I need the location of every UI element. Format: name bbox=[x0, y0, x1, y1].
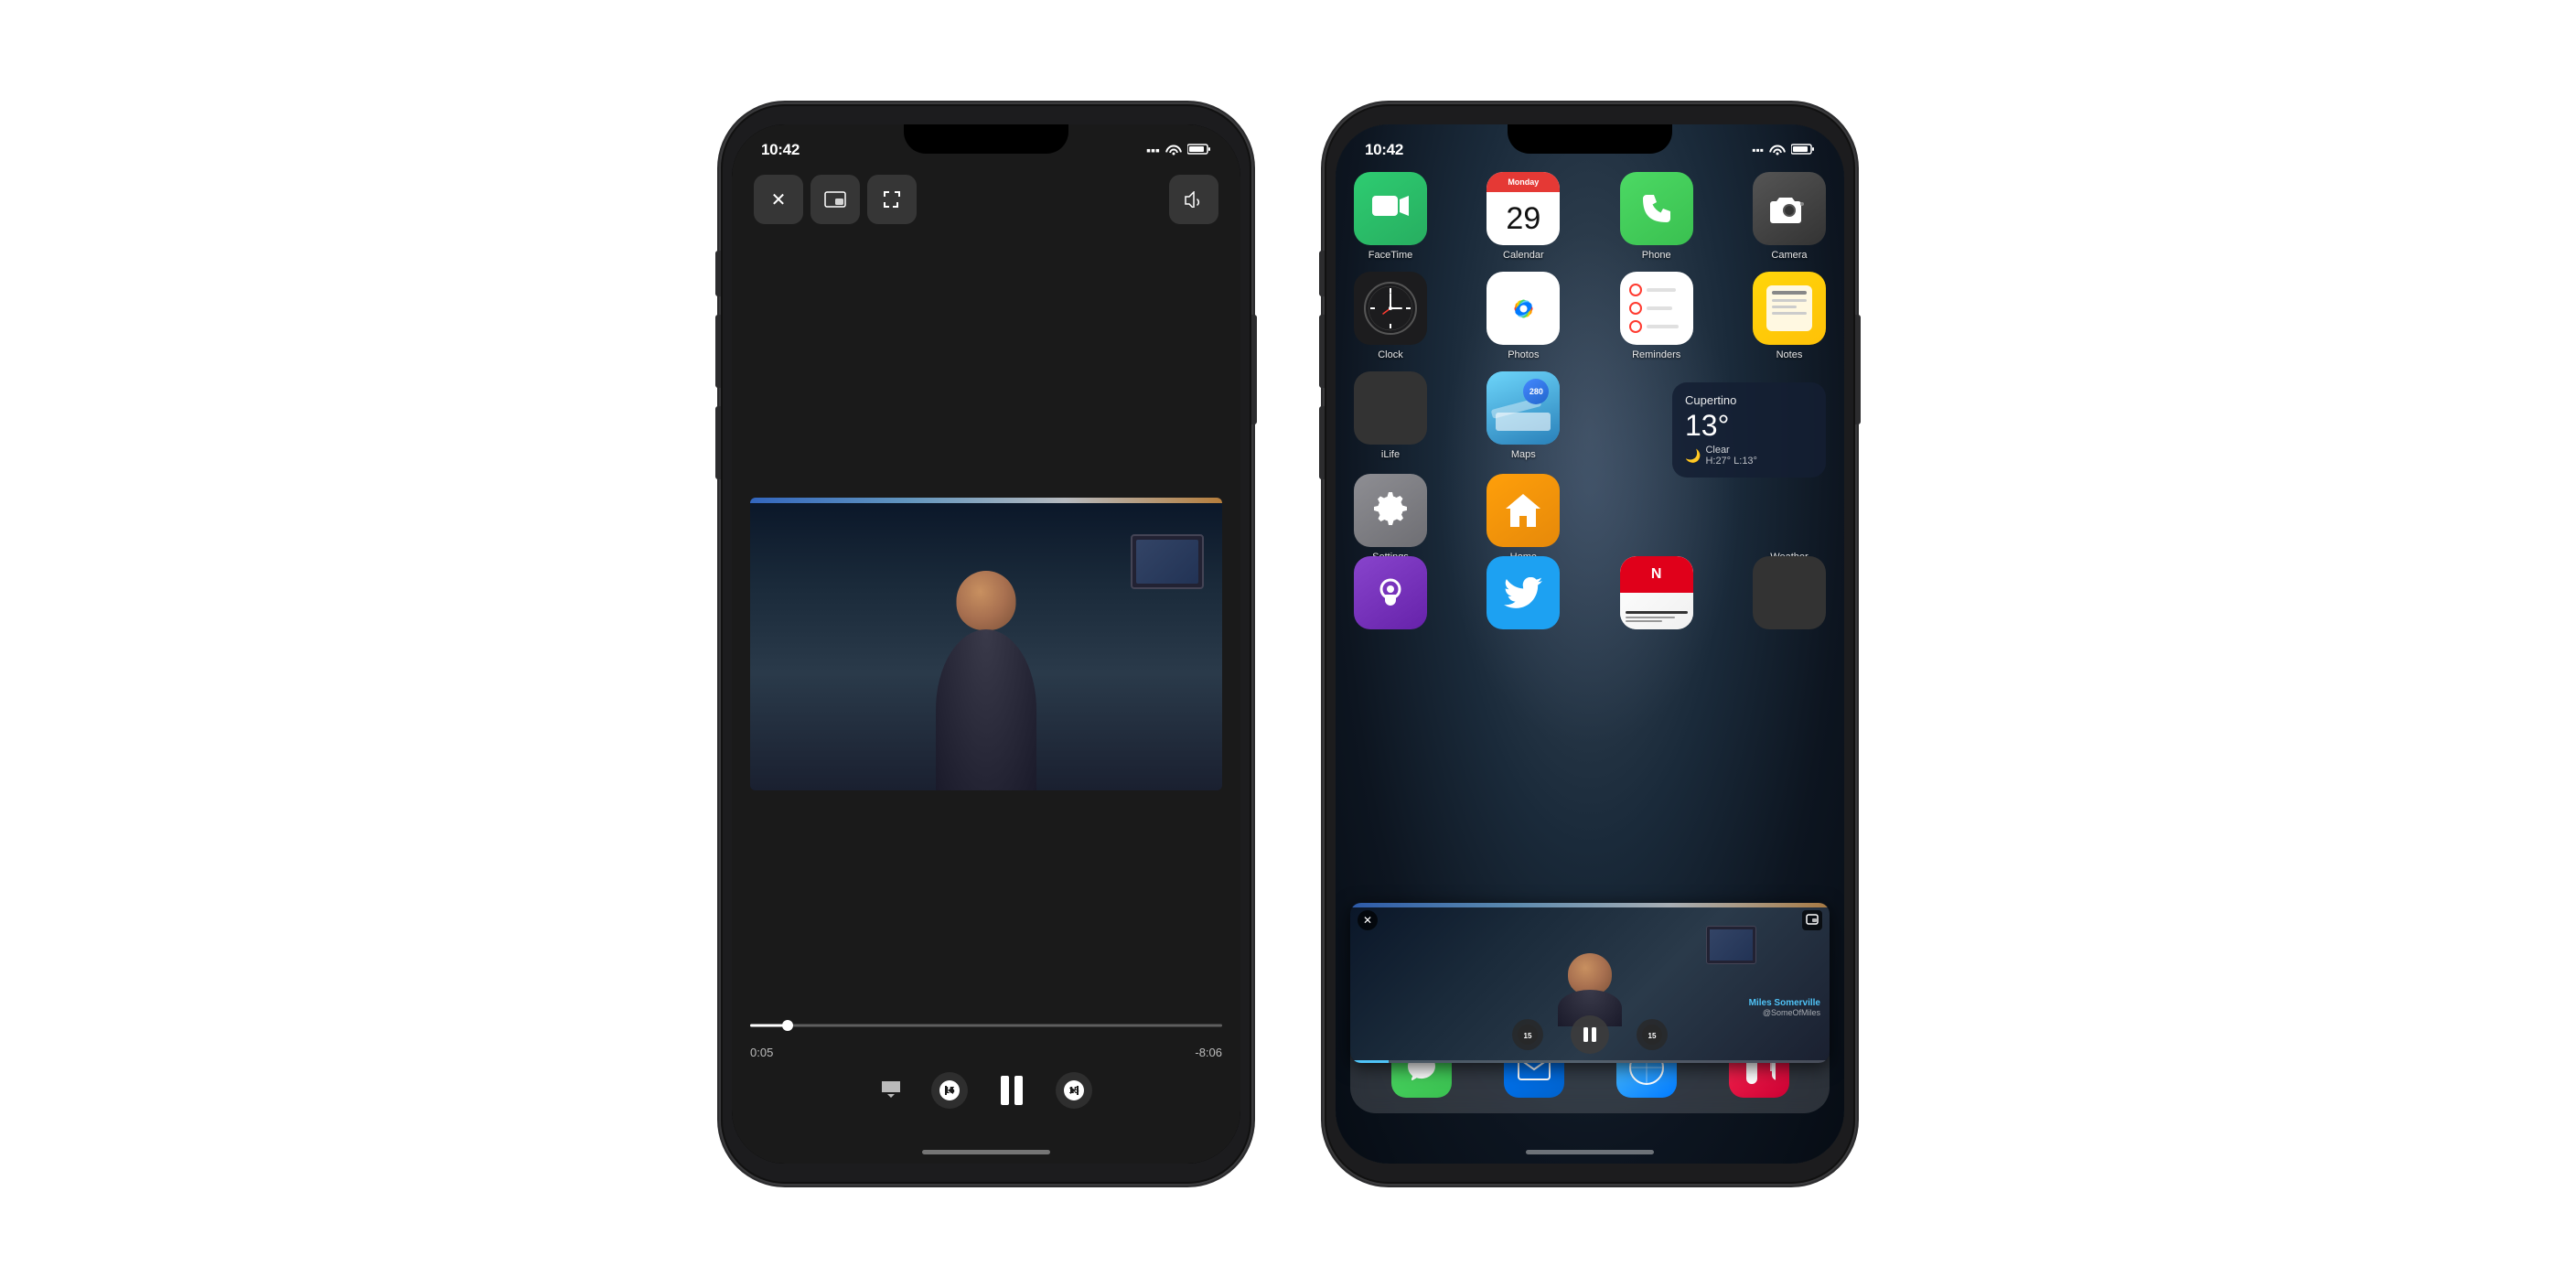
facetime-label: FaceTime bbox=[1368, 250, 1413, 261]
calendar-date: 29 bbox=[1506, 203, 1540, 234]
svg-text:15: 15 bbox=[1524, 1032, 1532, 1040]
pip-label: Miles Somerville @SomeOfMiles bbox=[1749, 998, 1820, 1017]
power-button[interactable] bbox=[1251, 315, 1257, 424]
home-screen: 10:42 ▪▪▪ bbox=[1336, 124, 1844, 1164]
current-time: 0:05 bbox=[750, 1046, 773, 1059]
pip-forward-button[interactable]: 15 bbox=[1637, 1019, 1668, 1050]
pip-progress-fill bbox=[1350, 1060, 1389, 1063]
app-camera[interactable]: Camera bbox=[1753, 172, 1826, 261]
notch-right bbox=[1508, 124, 1672, 154]
signal-icon: ▪▪▪ bbox=[1146, 143, 1160, 157]
ilife-label: iLife bbox=[1381, 449, 1400, 460]
volume-down-button[interactable] bbox=[715, 406, 721, 479]
pip-expand-button[interactable] bbox=[1802, 910, 1822, 930]
weather-temp: 13° bbox=[1685, 409, 1813, 443]
app-row-1: FaceTime Monday 29 Calendar bbox=[1354, 172, 1826, 261]
pip-progress-track bbox=[1350, 1060, 1830, 1063]
notes-label: Notes bbox=[1776, 349, 1803, 360]
time-labels: 0:05 -8:06 bbox=[750, 1046, 1222, 1059]
volume-down-button-right[interactable] bbox=[1319, 406, 1325, 479]
pip-controls: 15 15 bbox=[1350, 1015, 1830, 1054]
reminders-label: Reminders bbox=[1632, 349, 1680, 360]
weather-lo: L:13° bbox=[1733, 456, 1757, 467]
maps-label: Maps bbox=[1511, 449, 1536, 460]
left-phone: 10:42 ▪▪▪ bbox=[721, 104, 1251, 1184]
app-row-4: Settings Home Weather bbox=[1354, 474, 1826, 563]
mute-button-right[interactable] bbox=[1319, 251, 1325, 296]
home-indicator-right[interactable] bbox=[1526, 1150, 1654, 1154]
weather-condition: Clear bbox=[1705, 445, 1757, 456]
app-row-2: Clock bbox=[1354, 272, 1826, 360]
app-news[interactable]: N bbox=[1620, 556, 1693, 629]
weather-widget[interactable]: Cupertino 13° 🌙 Clear H:27° L:13° bbox=[1672, 382, 1826, 478]
wifi-icon-right bbox=[1769, 143, 1786, 158]
status-time-right: 10:42 bbox=[1365, 141, 1403, 159]
pip-close-button[interactable]: ✕ bbox=[1358, 910, 1378, 930]
pip-monitor bbox=[1706, 926, 1756, 964]
close-button[interactable]: ✕ bbox=[754, 175, 803, 224]
airplay-button[interactable] bbox=[880, 1078, 902, 1103]
right-phone: 10:42 ▪▪▪ bbox=[1325, 104, 1855, 1184]
pip-button[interactable] bbox=[810, 175, 860, 224]
pause-button[interactable] bbox=[997, 1074, 1026, 1107]
status-icons: ▪▪▪ bbox=[1146, 143, 1211, 158]
power-button-right[interactable] bbox=[1855, 315, 1861, 424]
app-grid-icon[interactable] bbox=[1753, 556, 1826, 629]
status-time: 10:42 bbox=[761, 141, 800, 159]
svg-text:15: 15 bbox=[1648, 1032, 1657, 1040]
rewind-button[interactable]: 15 bbox=[931, 1072, 968, 1109]
battery-icon-right bbox=[1791, 143, 1815, 158]
video-bottom-controls: 0:05 -8:06 bbox=[750, 1016, 1222, 1109]
volume-up-button-right[interactable] bbox=[1319, 315, 1325, 388]
battery-icon bbox=[1187, 143, 1211, 158]
app-clock[interactable]: Clock bbox=[1354, 272, 1427, 360]
pip-person-name: Miles Somerville bbox=[1749, 998, 1820, 1008]
video-top-controls: ✕ bbox=[754, 175, 1218, 224]
left-controls: ✕ bbox=[754, 175, 917, 224]
weather-hi: H:27° bbox=[1705, 456, 1731, 467]
app-phone[interactable]: Phone bbox=[1620, 172, 1693, 261]
volume-button[interactable] bbox=[1169, 175, 1218, 224]
notch bbox=[904, 124, 1068, 154]
app-settings[interactable]: Settings bbox=[1354, 474, 1427, 563]
forward-button[interactable]: 15 bbox=[1056, 1072, 1092, 1109]
photos-label: Photos bbox=[1508, 349, 1539, 360]
playback-controls: 15 15 bbox=[750, 1072, 1222, 1109]
pip-pause-button[interactable] bbox=[1571, 1015, 1609, 1054]
status-icons-right: ▪▪▪ bbox=[1752, 143, 1815, 158]
app-photos[interactable]: Photos bbox=[1487, 272, 1560, 360]
app-ilife[interactable]: iLife bbox=[1354, 371, 1427, 460]
weather-city: Cupertino bbox=[1685, 393, 1813, 407]
app-home[interactable]: Home bbox=[1487, 474, 1560, 563]
app-facetime[interactable]: FaceTime bbox=[1354, 172, 1427, 261]
calendar-day: Monday bbox=[1508, 177, 1539, 187]
pip-handle: @SomeOfMiles bbox=[1749, 1008, 1820, 1017]
volume-up-button[interactable] bbox=[715, 315, 721, 388]
app-reminders[interactable]: Reminders bbox=[1620, 272, 1693, 360]
app-twitter[interactable] bbox=[1487, 556, 1560, 629]
wifi-icon bbox=[1165, 143, 1182, 158]
phone-label: Phone bbox=[1642, 250, 1671, 261]
app-podcast[interactable] bbox=[1354, 556, 1427, 629]
video-player-screen: 10:42 ▪▪▪ bbox=[732, 124, 1240, 1164]
app-row-5: N bbox=[1354, 556, 1826, 629]
expand-button[interactable] bbox=[867, 175, 917, 224]
app-calendar[interactable]: Monday 29 Calendar bbox=[1487, 172, 1560, 261]
clock-label: Clock bbox=[1378, 349, 1403, 360]
camera-label: Camera bbox=[1771, 250, 1807, 261]
mute-button[interactable] bbox=[715, 251, 721, 296]
app-notes[interactable]: Notes bbox=[1753, 272, 1826, 360]
video-frame bbox=[750, 498, 1222, 790]
signal-icon-right: ▪▪▪ bbox=[1752, 144, 1764, 156]
home-indicator[interactable] bbox=[922, 1150, 1050, 1154]
calendar-label: Calendar bbox=[1503, 250, 1544, 261]
app-maps[interactable]: 280 Maps bbox=[1487, 371, 1560, 460]
pip-overlay[interactable]: ✕ 15 bbox=[1350, 903, 1830, 1063]
pip-rewind-button[interactable]: 15 bbox=[1512, 1019, 1543, 1050]
weather-app-label-col: Weather bbox=[1753, 474, 1826, 563]
progress-bar[interactable] bbox=[750, 1016, 1222, 1035]
remaining-time: -8:06 bbox=[1195, 1046, 1222, 1059]
